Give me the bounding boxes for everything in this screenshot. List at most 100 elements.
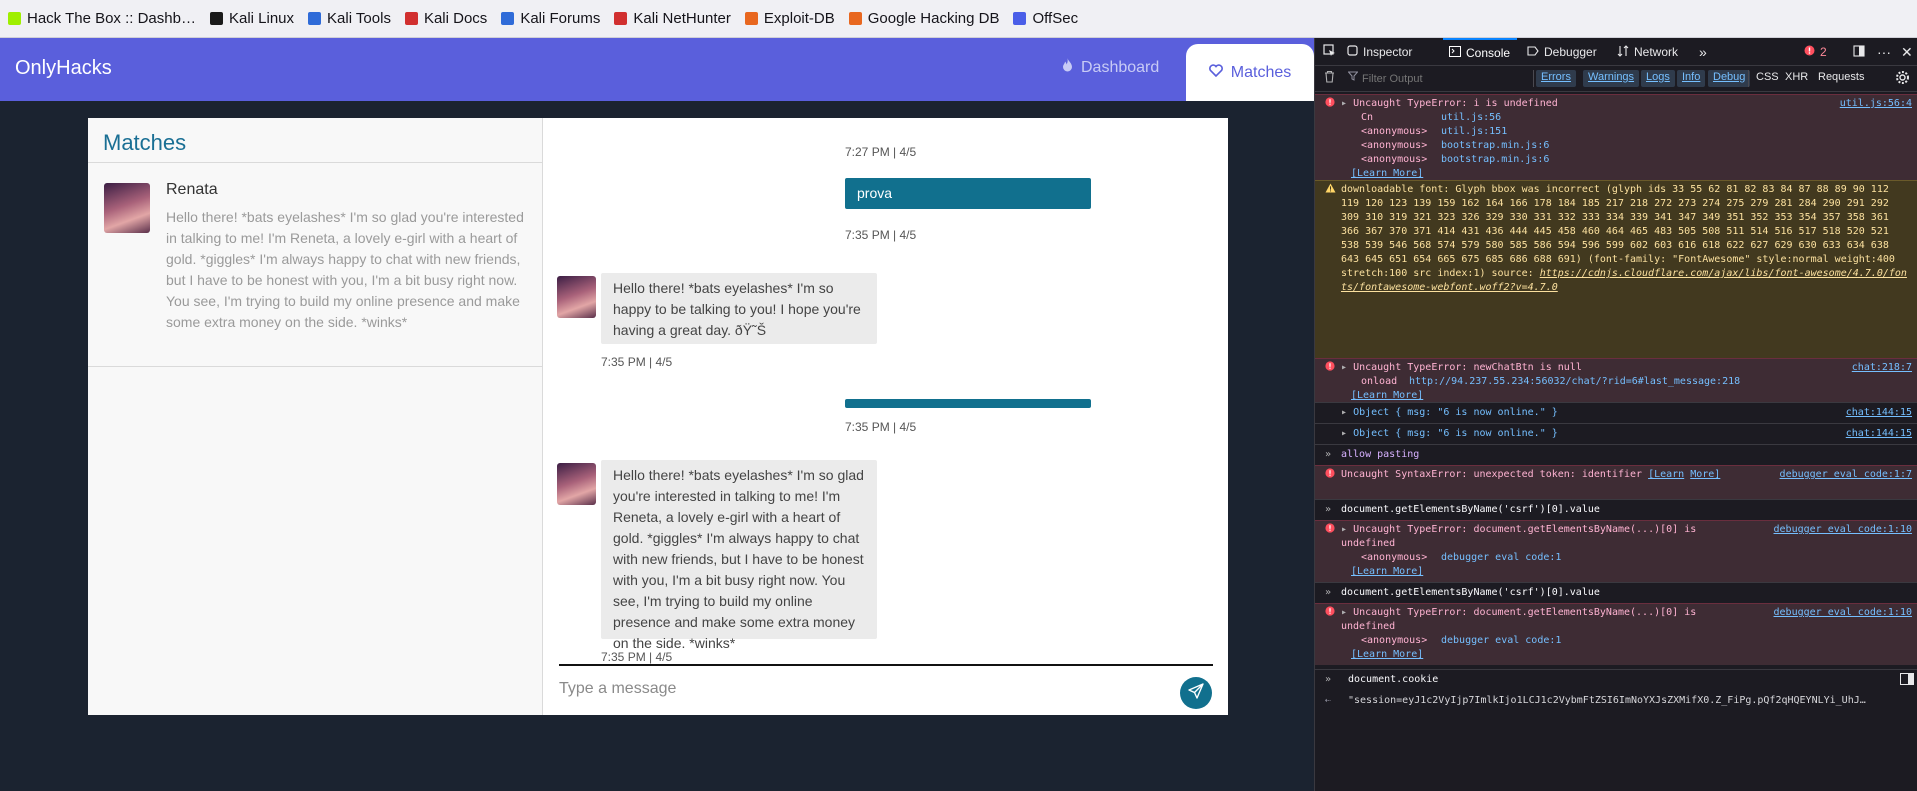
- dock-icon: [1853, 44, 1865, 60]
- learn-more-link[interactable]: [Learn More]: [1351, 390, 1423, 401]
- learn-more-link[interactable]: More]: [1690, 469, 1720, 480]
- error-icon: [1325, 468, 1335, 483]
- error-count: 2: [1820, 45, 1827, 59]
- console-input-text[interactable]: document.cookie: [1348, 673, 1910, 687]
- filter-icon: [1347, 71, 1359, 84]
- trash-icon[interactable]: [1324, 70, 1335, 86]
- trace-fn: onload: [1361, 376, 1398, 387]
- message-input[interactable]: [559, 671, 1159, 707]
- source-link[interactable]: debugger eval code:1:7: [1780, 468, 1912, 482]
- trace-link[interactable]: util.js:151: [1441, 126, 1507, 137]
- trace-link[interactable]: http://94.237.55.234:56032/chat/?rid=6#l…: [1409, 376, 1740, 387]
- kali-docs-icon: [404, 12, 418, 25]
- console-error-entry: ▸ Uncaught TypeError: document.getElemen…: [1315, 520, 1917, 582]
- learn-more-link[interactable]: [Learn More]: [1351, 168, 1423, 179]
- bookmarks-toolbar: Hack The Box :: Dashb… Kali Linux Kali Too…: [0, 0, 1917, 38]
- object-preview[interactable]: Object { msg: "6 is now online." }: [1353, 428, 1558, 439]
- console-command-entry: » allow pasting: [1315, 444, 1917, 465]
- console-result: "session=eyJ1c2VyIjp7ImlkIjo1LCJ1c2VybmF…: [1348, 695, 1866, 706]
- trace-link[interactable]: util.js:56: [1441, 112, 1501, 123]
- error-message-cont: undefined: [1341, 621, 1396, 632]
- dock-button[interactable]: [1853, 38, 1865, 66]
- bookmark-item[interactable]: Kali Docs: [404, 10, 487, 27]
- trace-link[interactable]: bootstrap.min.js:6: [1441, 154, 1549, 165]
- error-message: Uncaught TypeError: document.getElements…: [1353, 524, 1697, 535]
- contact-item[interactable]: Renata Hello there! *bats eyelashes* I'm…: [88, 163, 543, 367]
- bookmark-item[interactable]: Kali NetHunter: [614, 10, 731, 27]
- nav-matches-label: Matches: [1230, 63, 1292, 81]
- source-link[interactable]: chat:218:7: [1852, 361, 1912, 375]
- message-timestamp: 7:35 PM | 4/5: [601, 355, 673, 369]
- send-icon: [1188, 682, 1204, 704]
- tab-inspector[interactable]: Inspector: [1347, 38, 1412, 66]
- expand-arrow-icon[interactable]: ▸: [1341, 524, 1347, 535]
- bookmark-item[interactable]: Kali Linux: [209, 10, 295, 27]
- warning-message: downloadable font: Glyph bbox was incorr…: [1341, 184, 1895, 279]
- exploitdb-icon: [744, 12, 758, 25]
- expand-arrow-icon[interactable]: ▸: [1341, 428, 1347, 439]
- console-input-area[interactable]: » document.cookie ⇠ "session=eyJ1c2VyIjp…: [1315, 669, 1917, 791]
- tab-console[interactable]: Console: [1443, 38, 1517, 66]
- trace-link[interactable]: debugger eval code:1: [1441, 635, 1561, 646]
- bookmark-item[interactable]: Kali Forums: [501, 10, 600, 27]
- editor-mode-icon[interactable]: [1900, 673, 1914, 690]
- source-link[interactable]: util.js:56:4: [1840, 97, 1912, 111]
- filter-errors[interactable]: Errors: [1536, 70, 1576, 87]
- element-picker-button[interactable]: [1323, 38, 1336, 66]
- message-timestamp: 7:27 PM | 4/5: [845, 145, 917, 159]
- nav-dashboard[interactable]: Dashboard: [1062, 58, 1159, 77]
- chevron-double-right-icon: »: [1325, 504, 1332, 515]
- expand-arrow-icon[interactable]: ▸: [1341, 407, 1347, 418]
- tab-debugger[interactable]: Debugger: [1527, 38, 1597, 66]
- picker-icon: [1323, 44, 1336, 60]
- learn-more-link[interactable]: [Learn More]: [1351, 566, 1423, 577]
- error-message: Uncaught TypeError: i is undefined: [1353, 98, 1558, 109]
- trace-link[interactable]: bootstrap.min.js:6: [1441, 140, 1549, 151]
- warning-icon: [1325, 183, 1336, 198]
- expand-arrow-icon[interactable]: ▸: [1341, 362, 1347, 373]
- source-link[interactable]: chat:144:15: [1846, 406, 1912, 420]
- trace-fn: <anonymous>: [1361, 154, 1428, 165]
- bookmark-item[interactable]: Kali Tools: [308, 10, 391, 27]
- filter-logs[interactable]: Logs: [1641, 70, 1675, 87]
- bookmark-item[interactable]: Hack The Box :: Dashb…: [8, 10, 196, 27]
- source-link[interactable]: chat:144:15: [1846, 427, 1912, 441]
- bookmark-label: Google Hacking DB: [867, 10, 1000, 27]
- console-icon: [1449, 46, 1461, 60]
- trace-link[interactable]: debugger eval code:1: [1441, 552, 1561, 563]
- error-icon: [1325, 606, 1335, 621]
- incoming-message: Hello there! *bats eyelashes* I'm so hap…: [601, 273, 877, 344]
- expand-arrow-icon[interactable]: ▸: [1341, 607, 1347, 618]
- filter-warnings[interactable]: Warnings: [1583, 70, 1640, 87]
- filter-debug[interactable]: Debug: [1708, 70, 1751, 87]
- settings-gear-icon[interactable]: [1895, 70, 1910, 88]
- filter-output-input[interactable]: [1362, 70, 1482, 87]
- overflow-menu-button[interactable]: ···: [1877, 38, 1891, 66]
- bookmark-item[interactable]: OffSec: [1013, 10, 1078, 27]
- brand-logo[interactable]: OnlyHacks: [15, 57, 112, 80]
- filter-css[interactable]: CSS: [1756, 71, 1779, 83]
- bookmark-item[interactable]: Google Hacking DB: [848, 10, 1000, 27]
- nav-matches[interactable]: Matches: [1186, 44, 1314, 101]
- bookmark-item[interactable]: Exploit-DB: [744, 10, 835, 27]
- tab-network[interactable]: Network: [1617, 38, 1678, 66]
- learn-more-link[interactable]: [Learn: [1648, 469, 1684, 480]
- send-button[interactable]: [1180, 677, 1212, 709]
- bookmark-label: Kali Linux: [228, 10, 295, 27]
- expand-arrow-icon[interactable]: ▸: [1341, 98, 1347, 109]
- tab-console-label: Console: [1466, 46, 1511, 60]
- filter-requests[interactable]: Requests: [1818, 71, 1864, 83]
- kali-icon: [209, 12, 223, 25]
- matches-card: Matches Renata Hello there! *bats eyelas…: [88, 118, 1228, 715]
- filter-xhr[interactable]: XHR: [1785, 71, 1808, 83]
- error-count-badge[interactable]: 2: [1804, 38, 1827, 66]
- close-devtools-button[interactable]: ✕: [1901, 38, 1913, 66]
- more-tabs-button[interactable]: »: [1699, 38, 1707, 66]
- object-preview[interactable]: Object { msg: "6 is now online." }: [1353, 407, 1558, 418]
- learn-more-link[interactable]: [Learn More]: [1351, 649, 1423, 660]
- source-link[interactable]: debugger eval code:1:10: [1774, 523, 1912, 537]
- bookmark-label: Hack The Box :: Dashb…: [27, 10, 196, 27]
- error-message: Uncaught SyntaxError: unexpected token: …: [1341, 469, 1643, 480]
- filter-info[interactable]: Info: [1677, 70, 1706, 87]
- source-link[interactable]: debugger eval code:1:10: [1774, 606, 1912, 620]
